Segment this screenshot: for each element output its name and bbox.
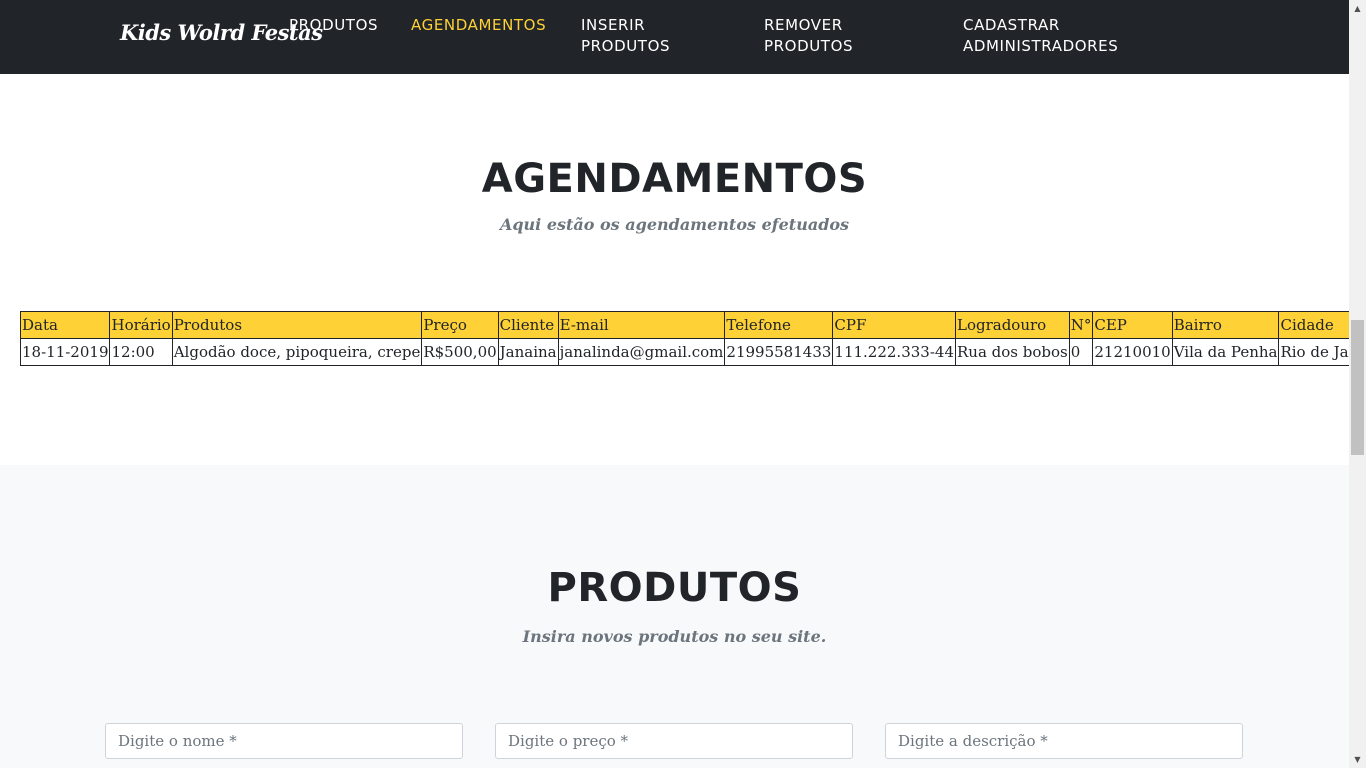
nav-link-label-line1: INSERIR bbox=[581, 16, 646, 34]
nav-link-label-line2: ADMINISTRADORES bbox=[963, 37, 1119, 55]
scroll-up-arrow-icon[interactable]: ▲ bbox=[1349, 0, 1366, 17]
cell-bairro: Vila da Penha bbox=[1171, 338, 1280, 366]
agendamentos-heading: AGENDAMENTOS bbox=[481, 156, 868, 202]
agendamentos-subheading: Aqui estão os agendamentos efetuados bbox=[499, 215, 850, 234]
column-header-bairro: Bairro bbox=[1171, 311, 1280, 339]
column-header-logradouro: Logradouro bbox=[955, 311, 1070, 339]
cell-cpf: 111.222.333-44 bbox=[832, 338, 956, 366]
table-row: 18-11-2019 12:00 Algodão doce, pipoqueir… bbox=[19, 338, 1349, 366]
column-header-telefone: Telefone bbox=[724, 311, 834, 339]
column-header-cidade: Cidade bbox=[1278, 311, 1349, 339]
nav-link-label-line2: PRODUTOS bbox=[581, 37, 671, 55]
column-header-email: E-mail bbox=[557, 311, 726, 339]
cell-numero: 0 bbox=[1068, 338, 1094, 366]
nav-link-agendamentos[interactable]: AGENDAMENTOS bbox=[411, 15, 546, 36]
cell-produtos: Algodão doce, pipoqueira, crepe bbox=[171, 338, 423, 366]
column-header-data: Data bbox=[19, 311, 111, 339]
cell-data: 18-11-2019 bbox=[19, 338, 111, 366]
column-header-horario: Horário bbox=[109, 311, 173, 339]
produtos-section: PRODUTOS Insira novos produtos no seu si… bbox=[0, 465, 1349, 768]
produtos-heading: PRODUTOS bbox=[547, 565, 802, 611]
cell-telefone: 21995581433 bbox=[724, 338, 834, 366]
nav-link-cadastrar-administradores[interactable]: CADASTRAR ADMINISTRADORES bbox=[963, 15, 1118, 57]
nav-link-inserir-produtos[interactable]: INSERIR PRODUTOS bbox=[581, 15, 670, 57]
nav-link-label-line2: PRODUTOS bbox=[764, 37, 854, 55]
nav-link-label-line1: REMOVER bbox=[764, 16, 843, 34]
cell-cep: 21210010 bbox=[1092, 338, 1173, 366]
cell-preco: R$500,00 bbox=[421, 338, 499, 366]
descricao-input[interactable] bbox=[885, 723, 1243, 759]
cell-cidade: Rio de Janeiro bbox=[1278, 338, 1349, 366]
scrollbar-thumb[interactable] bbox=[1351, 320, 1364, 455]
produtos-subheading: Insira novos produtos no seu site. bbox=[522, 627, 827, 646]
nav-link-label: PRODUTOS bbox=[289, 16, 379, 34]
cell-horario: 12:00 bbox=[109, 338, 173, 366]
nav-link-label: AGENDAMENTOS bbox=[411, 16, 547, 34]
nav-link-label-line1: CADASTRAR bbox=[963, 16, 1060, 34]
scroll-down-arrow-icon[interactable]: ▼ bbox=[1349, 751, 1366, 768]
table-header-row: Data Horário Produtos Preço Cliente E-ma… bbox=[19, 311, 1349, 339]
column-header-preco: Preço bbox=[421, 311, 499, 339]
column-header-produtos: Produtos bbox=[171, 311, 423, 339]
page: Kids Wolrd Festas PRODUTOS AGENDAMENTOS … bbox=[0, 0, 1349, 768]
column-header-cpf: CPF bbox=[832, 311, 956, 339]
vertical-scrollbar[interactable]: ▲ ▼ bbox=[1349, 0, 1366, 768]
nav-link-remover-produtos[interactable]: REMOVER PRODUTOS bbox=[764, 15, 853, 57]
agendamentos-section: AGENDAMENTOS Aqui estão os agendamentos … bbox=[0, 74, 1349, 465]
cell-cliente: Janaina bbox=[497, 338, 559, 366]
column-header-cliente: Cliente bbox=[497, 311, 559, 339]
column-header-cep: CEP bbox=[1092, 311, 1173, 339]
navbar: Kids Wolrd Festas PRODUTOS AGENDAMENTOS … bbox=[0, 0, 1349, 74]
nav-link-produtos[interactable]: PRODUTOS bbox=[289, 15, 378, 36]
cell-email: janalinda@gmail.com bbox=[557, 338, 726, 366]
cell-logradouro: Rua dos bobos bbox=[955, 338, 1070, 366]
preco-input[interactable] bbox=[495, 723, 853, 759]
agendamentos-table: Data Horário Produtos Preço Cliente E-ma… bbox=[19, 311, 1349, 366]
column-header-numero: N° bbox=[1068, 311, 1094, 339]
nome-input[interactable] bbox=[105, 723, 463, 759]
